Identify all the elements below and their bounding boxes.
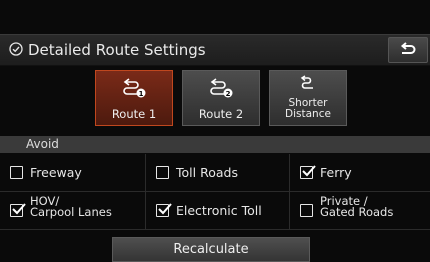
shorter-route-icon	[300, 75, 313, 89]
recalculate-button[interactable]: Recalculate	[112, 237, 310, 262]
avoid-option-toll-roads[interactable]: Toll Roads	[146, 154, 290, 192]
option-label: HOV/ Carpool Lanes	[30, 194, 112, 219]
checkbox-checked[interactable]	[300, 165, 316, 179]
header-bar: Detailed Route Settings	[0, 34, 430, 66]
checkbox-checked[interactable]	[156, 203, 172, 217]
page-title: Detailed Route Settings	[28, 41, 206, 59]
checkmark-icon	[158, 203, 172, 215]
shorter-distance-button[interactable]: Shorter Distance	[269, 70, 347, 126]
avoid-option-private-roads[interactable]: Private / Gated Roads	[290, 192, 430, 230]
avoid-option-hov[interactable]: HOV/ Carpool Lanes	[0, 192, 146, 230]
checkbox-checked[interactable]	[10, 203, 26, 217]
avoid-section-header: Avoid	[0, 136, 430, 153]
checkbox[interactable]	[300, 204, 313, 217]
option-label: Ferry	[320, 165, 352, 180]
check-circle-icon	[9, 42, 23, 56]
option-label: Private / Gated Roads	[320, 194, 394, 219]
checkmark-icon	[12, 203, 26, 215]
avoid-option-freeway[interactable]: Freeway	[0, 154, 146, 192]
route-1-label: Route 1	[111, 107, 157, 121]
avoid-option-electronic-toll[interactable]: Electronic Toll	[146, 192, 290, 230]
route-1-button[interactable]: 1 Route 1	[95, 70, 173, 126]
route-2-button[interactable]: 2 Route 2	[182, 70, 260, 126]
route-2-label: Route 2	[198, 107, 244, 121]
route-icon: 1	[123, 78, 146, 98]
checkbox[interactable]	[10, 166, 23, 179]
back-arrow-icon	[400, 42, 416, 54]
checkmark-icon	[302, 165, 316, 177]
avoid-option-ferry[interactable]: Ferry	[290, 154, 430, 192]
route-1-badge: 1	[139, 90, 144, 98]
checkbox[interactable]	[156, 166, 169, 179]
route-2-badge: 2	[226, 90, 231, 98]
avoid-label: Avoid	[26, 137, 59, 151]
option-label: Toll Roads	[176, 165, 238, 180]
shorter-distance-label: Shorter Distance	[285, 97, 331, 120]
option-label: Freeway	[30, 165, 82, 180]
back-button[interactable]	[388, 37, 428, 63]
route-icon: 2	[210, 78, 233, 98]
option-label: Electronic Toll	[176, 203, 262, 218]
recalculate-label: Recalculate	[173, 242, 249, 257]
